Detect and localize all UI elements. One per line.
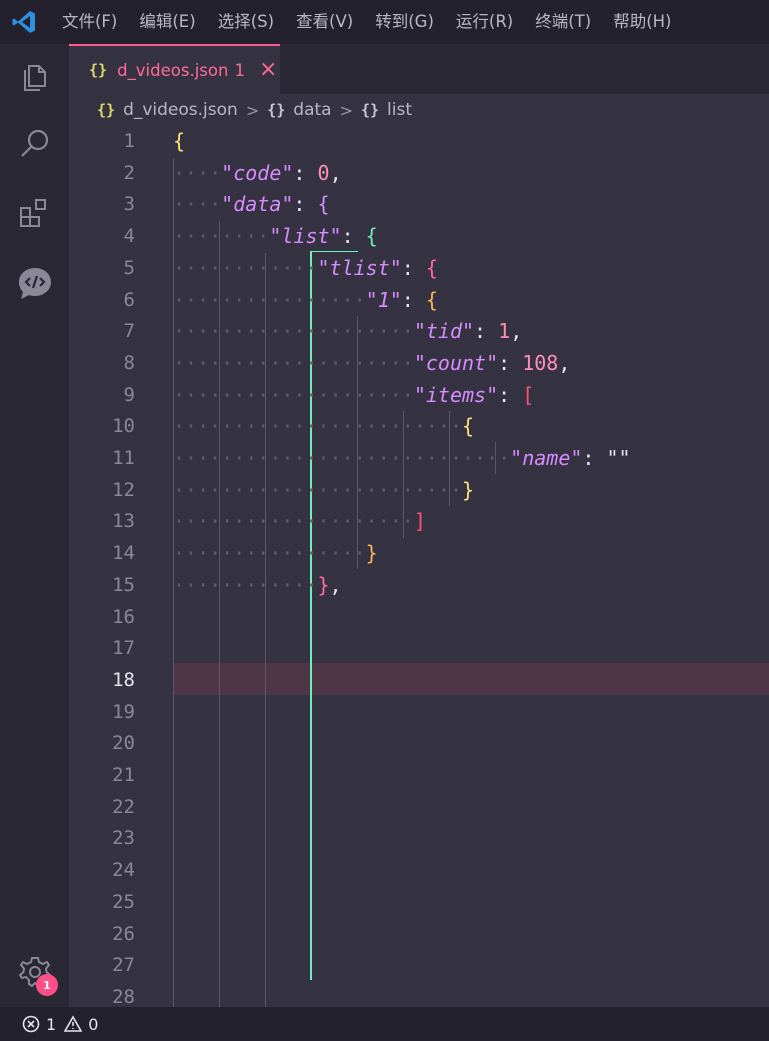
line-number: 1 bbox=[123, 130, 135, 152]
breadcrumb-list[interactable]: list bbox=[387, 100, 412, 120]
code-line: ············}, bbox=[173, 572, 342, 597]
code-line: ····························"name": "" bbox=[173, 446, 631, 470]
object-icon: {} bbox=[267, 101, 286, 119]
code-line: ············"tlist": { bbox=[173, 255, 438, 280]
line-number: 4 bbox=[123, 225, 135, 248]
line-number: 12 bbox=[112, 478, 135, 501]
live-share-icon[interactable] bbox=[0, 254, 69, 314]
line-number: 26 bbox=[112, 922, 135, 945]
line-number: 23 bbox=[112, 827, 135, 850]
line-number: 2 bbox=[123, 161, 135, 184]
activity-bar bbox=[0, 44, 69, 1007]
json-file-icon: {} bbox=[89, 61, 108, 79]
line-number: 19 bbox=[112, 700, 135, 723]
code-line: ····················"count": 108, bbox=[173, 350, 571, 375]
menu-help[interactable]: 帮助(H) bbox=[602, 0, 682, 44]
line-number: 17 bbox=[112, 637, 135, 660]
code-line: ····················"items": [ bbox=[173, 382, 535, 407]
warning-icon[interactable] bbox=[64, 1015, 83, 1033]
line-number: 6 bbox=[123, 288, 135, 311]
line-number: 28 bbox=[112, 985, 135, 1007]
files-icon[interactable] bbox=[0, 47, 69, 107]
line-number: 16 bbox=[112, 605, 135, 628]
line-number: 7 bbox=[123, 320, 135, 343]
code-line: ····"code": 0, bbox=[173, 160, 342, 185]
code-line: ········"list": { bbox=[173, 224, 378, 249]
tab-problem-count: 1 bbox=[234, 60, 245, 80]
code-line: ················"1": { bbox=[173, 287, 438, 312]
line-number: 24 bbox=[112, 859, 135, 882]
menu-run[interactable]: 运行(R) bbox=[445, 0, 524, 44]
line-number: 18 bbox=[112, 668, 135, 691]
settings-badge: 1 bbox=[36, 974, 58, 996]
search-icon[interactable] bbox=[0, 114, 69, 174]
code-line: ························{ bbox=[173, 414, 475, 439]
tab-label: d_videos.json bbox=[117, 60, 229, 80]
code-line: ················} bbox=[173, 541, 378, 566]
line-number: 8 bbox=[123, 351, 135, 374]
line-number: 15 bbox=[112, 573, 135, 596]
extensions-icon[interactable] bbox=[0, 184, 69, 244]
code-line: ····"data": { bbox=[173, 192, 330, 217]
menu-terminal[interactable]: 终端(T) bbox=[524, 0, 602, 44]
warning-count[interactable]: 0 bbox=[88, 1015, 98, 1034]
breadcrumb: {} d_videos.json > {} data > {} list bbox=[69, 94, 769, 126]
json-file-icon: {} bbox=[97, 101, 116, 119]
breadcrumb-separator: > bbox=[245, 100, 260, 120]
status-bar: 1 0 bbox=[0, 1007, 769, 1041]
line-number: 11 bbox=[112, 447, 135, 469]
error-count[interactable]: 1 bbox=[46, 1015, 56, 1034]
menu-go[interactable]: 转到(G) bbox=[364, 0, 445, 44]
line-number: 13 bbox=[112, 510, 135, 533]
menu-bar: 文件(F) 编辑(E) 选择(S) 查看(V) 转到(G) 运行(R) 终端(T… bbox=[48, 0, 683, 44]
code-line: ························} bbox=[173, 477, 475, 502]
line-number: 5 bbox=[123, 256, 135, 279]
breadcrumb-separator: > bbox=[339, 100, 353, 120]
line-number: 3 bbox=[123, 193, 135, 216]
line-number: 9 bbox=[123, 383, 135, 406]
code-line: { bbox=[173, 129, 186, 153]
menu-file[interactable]: 文件(F) bbox=[48, 0, 128, 44]
breadcrumb-data[interactable]: data bbox=[293, 100, 331, 120]
tab-d-videos-json[interactable]: {} d_videos.json 1 × bbox=[69, 44, 280, 94]
menu-edit[interactable]: 编辑(E) bbox=[128, 0, 206, 44]
code-line: ····················"tid": 1, bbox=[173, 319, 523, 344]
menu-selection[interactable]: 选择(S) bbox=[207, 0, 285, 44]
line-number: 22 bbox=[112, 795, 135, 818]
breadcrumb-file[interactable]: d_videos.json bbox=[123, 100, 238, 120]
line-number: 27 bbox=[112, 954, 135, 977]
line-number: 10 bbox=[112, 415, 135, 438]
title-bar: 文件(F) 编辑(E) 选择(S) 查看(V) 转到(G) 运行(R) 终端(T… bbox=[0, 0, 769, 44]
menu-view[interactable]: 查看(V) bbox=[285, 0, 364, 44]
line-number: 21 bbox=[112, 764, 135, 786]
object-icon: {} bbox=[360, 101, 380, 119]
line-number: 20 bbox=[112, 732, 135, 755]
line-number: 14 bbox=[112, 542, 135, 565]
tab-bar: {} d_videos.json 1 × bbox=[69, 44, 769, 94]
code-editor[interactable]: 1 2 3 4 5 6 7 8 9 10 11 12 13 14 15 16 17 18 19 20 21 22 23 24 2… bbox=[69, 126, 769, 1007]
code-line: ····················] bbox=[173, 509, 426, 534]
close-icon[interactable]: × bbox=[259, 59, 277, 81]
error-icon[interactable] bbox=[22, 1015, 40, 1033]
line-number: 25 bbox=[112, 890, 135, 913]
settings-gear-icon[interactable] bbox=[0, 942, 69, 1002]
vscode-logo-icon bbox=[0, 0, 48, 44]
line-number-gutter: 1 2 3 4 5 6 7 8 9 10 11 12 13 14 15 16 17 18 19 20 21 22 23 24 2… bbox=[69, 126, 173, 1007]
